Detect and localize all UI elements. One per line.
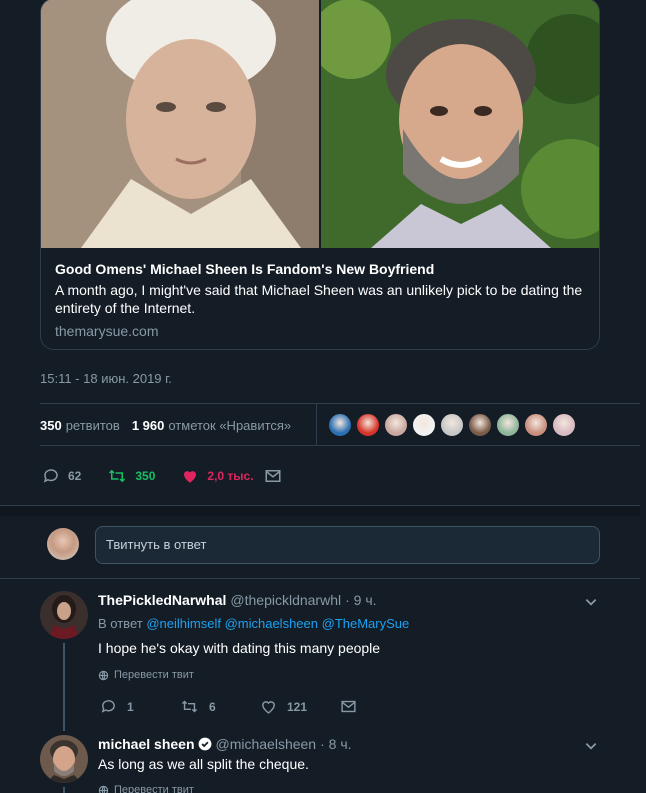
like-button[interactable]: 121 — [260, 698, 340, 715]
reply-icon — [101, 700, 115, 713]
reply-count: 62 — [68, 468, 82, 483]
reply-input[interactable]: Твитнуть в ответ — [95, 526, 600, 564]
retweets-count[interactable]: 350 — [40, 418, 62, 433]
like-count: 121 — [287, 699, 308, 714]
author-name[interactable]: michael sheen — [98, 736, 195, 752]
retweet-button[interactable]: 6 — [180, 698, 260, 715]
tweet-time[interactable]: · 9 ч. — [345, 592, 376, 608]
card-title: Good Omens' Michael Sheen Is Fandom's Ne… — [55, 261, 435, 277]
liker-avatar[interactable] — [496, 413, 520, 437]
retweet-icon — [181, 700, 198, 713]
mention-link[interactable]: @michaelsheen — [225, 616, 318, 631]
translate-link[interactable]: Перевести твит — [98, 784, 194, 793]
reply-to-prefix: В ответ — [98, 616, 143, 631]
reply-actions: 1 6 121 — [100, 698, 420, 715]
translate-label: Перевести твит — [114, 784, 194, 793]
tweet-timestamp[interactable]: 15:11 - 18 июн. 2019 г. — [40, 371, 172, 386]
current-user-avatar[interactable] — [47, 528, 79, 560]
retweet-icon — [109, 469, 126, 482]
card-image-left — [41, 0, 319, 248]
scrollbar[interactable] — [640, 0, 646, 793]
reply-button[interactable]: 62 — [42, 467, 81, 485]
thread-line — [63, 787, 65, 793]
heart-icon — [184, 470, 197, 483]
retweet-count: 6 — [209, 699, 216, 714]
liker-avatar[interactable] — [552, 413, 576, 437]
reply-button[interactable]: 1 — [100, 698, 180, 715]
globe-icon — [98, 670, 109, 680]
liker-avatar[interactable] — [524, 413, 548, 437]
reply-compose: Твитнуть в ответ — [0, 516, 640, 578]
translate-label: Перевести твит — [114, 669, 194, 681]
liker-avatar[interactable] — [440, 413, 464, 437]
card-body: Good Omens' Michael Sheen Is Fandom's Ne… — [41, 248, 599, 349]
author-handle[interactable]: @thepickldnarwhl — [230, 592, 341, 608]
card-image-right — [321, 0, 599, 248]
reply-to-line: В ответ @neilhimself @michaelsheen @TheM… — [98, 616, 409, 631]
stats-divider — [316, 404, 317, 446]
like-button[interactable]: 2,0 тыс. — [181, 467, 254, 485]
reply-icon — [43, 468, 58, 483]
liker-avatar[interactable] — [328, 413, 352, 437]
retweet-count: 350 — [135, 468, 156, 483]
tweet-header: michael sheen @michaelsheen · 8 ч. — [98, 736, 352, 752]
message-button[interactable] — [340, 698, 420, 715]
mention-link[interactable]: @TheMarySue — [322, 616, 410, 631]
retweets-label[interactable]: ретвитов — [66, 418, 120, 433]
like-count: 2,0 тыс. — [207, 468, 254, 483]
envelope-icon — [265, 469, 281, 482]
liker-avatar[interactable] — [412, 413, 436, 437]
mention-link[interactable]: @neilhimself — [146, 616, 221, 631]
liker-avatars — [328, 413, 580, 437]
reply-count: 1 — [127, 699, 134, 714]
chevron-down-icon[interactable] — [584, 739, 598, 753]
reply-tweet[interactable]: ThePickledNarwhal @thepickldnarwhl · 9 ч… — [0, 579, 640, 731]
envelope-icon — [341, 700, 356, 713]
reply-tweet[interactable]: michael sheen @michaelsheen · 8 ч. As lo… — [0, 729, 640, 793]
liker-avatar[interactable] — [356, 413, 380, 437]
avatar[interactable] — [40, 735, 88, 783]
translate-link[interactable]: Перевести твит — [98, 669, 194, 681]
verified-badge-icon — [198, 737, 211, 751]
tweet-actions: 62 350 2,0 тыс. — [40, 445, 640, 505]
likes-label[interactable]: отметок «Нравится» — [168, 418, 291, 433]
stat-counts: 350 ретвитов 1 960 отметок «Нравится» — [40, 404, 303, 446]
message-button[interactable] — [264, 467, 290, 485]
tweet-header: ThePickledNarwhal @thepickldnarwhl · 9 ч… — [98, 592, 377, 608]
likes-count[interactable]: 1 960 — [132, 418, 165, 433]
liker-avatar[interactable] — [468, 413, 492, 437]
author-name[interactable]: ThePickledNarwhal — [98, 592, 226, 608]
avatar[interactable] — [40, 591, 88, 639]
section-gap — [0, 506, 640, 516]
link-preview-card[interactable]: Good Omens' Michael Sheen Is Fandom's Ne… — [40, 0, 600, 350]
thread-line — [63, 643, 65, 731]
tweet-stats: 350 ретвитов 1 960 отметок «Нравится» — [40, 403, 640, 446]
tweet-text: I hope he's okay with dating this many p… — [98, 640, 381, 656]
author-handle[interactable]: @michaelsheen — [216, 736, 317, 752]
retweet-button[interactable]: 350 — [107, 467, 155, 485]
tweet-time[interactable]: · 8 ч. — [320, 736, 351, 752]
heart-icon — [262, 701, 275, 714]
globe-icon — [98, 785, 109, 793]
chevron-down-icon[interactable] — [584, 595, 598, 609]
tweet-text: As long as we all split the cheque. — [98, 756, 309, 772]
card-domain: themarysue.com — [55, 323, 159, 339]
card-images — [41, 0, 599, 248]
liker-avatar[interactable] — [384, 413, 408, 437]
card-description: A month ago, I might've said that Michae… — [55, 282, 583, 316]
